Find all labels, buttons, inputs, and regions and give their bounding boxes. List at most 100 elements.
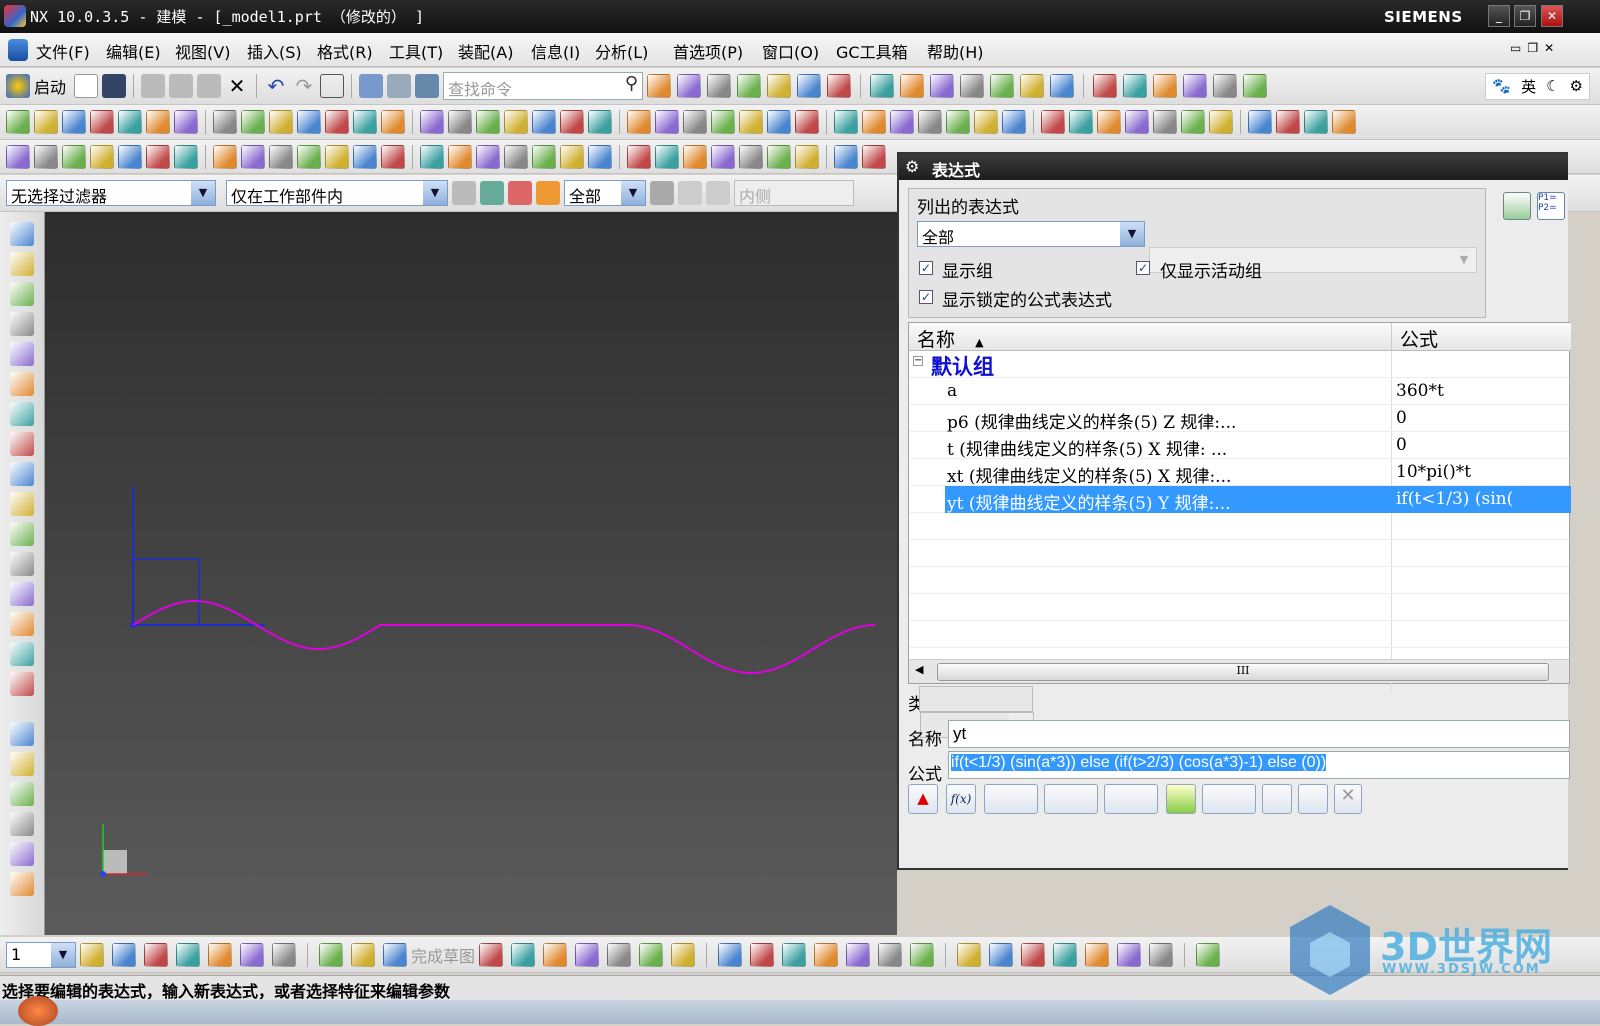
command-tool-icon[interactable] xyxy=(1093,74,1118,98)
start-button[interactable]: 启动 xyxy=(34,74,66,98)
snap-icon[interactable] xyxy=(480,181,504,205)
feature-tool-icon[interactable] xyxy=(1332,110,1356,134)
minimize-button[interactable]: _ xyxy=(1488,5,1510,27)
datum-csys[interactable] xyxy=(130,487,265,628)
feature-tool-icon[interactable] xyxy=(297,110,321,134)
command-tool-icon[interactable] xyxy=(870,74,895,98)
command-tool-icon[interactable] xyxy=(1153,74,1178,98)
start-icon[interactable] xyxy=(6,74,30,98)
feature-tool-icon[interactable] xyxy=(1209,110,1233,134)
sketch-tool-icon[interactable] xyxy=(575,942,600,967)
menu-item[interactable]: GC工具箱 xyxy=(836,39,908,63)
dialog-title-bar[interactable]: ⚙ 表达式 xyxy=(899,154,1568,180)
curve-tool-icon[interactable] xyxy=(174,144,198,169)
scope-dropdown[interactable]: 仅在工作部件内 ▼ xyxy=(226,180,448,206)
curve-tool-icon[interactable] xyxy=(146,144,170,169)
collapse-up-button[interactable]: ▲ xyxy=(908,784,938,814)
resource-tool-icon[interactable] xyxy=(10,812,34,836)
feature-tool-icon[interactable] xyxy=(476,110,500,134)
sketch-tool-icon[interactable] xyxy=(671,942,696,967)
resource-tool-icon[interactable] xyxy=(10,222,34,246)
expression-row[interactable]: p6 (规律曲线定义的样条(5) Z 规律:... 0 xyxy=(909,405,1569,433)
curve-tool-icon[interactable] xyxy=(448,144,472,169)
create-parameter-button[interactable] xyxy=(1104,784,1158,814)
command-tool-icon[interactable] xyxy=(1020,74,1045,98)
type-filter-dropdown[interactable]: 全部 ▼ xyxy=(564,180,646,206)
curve-tool-icon[interactable] xyxy=(532,144,556,169)
show-groups-checkbox[interactable]: ✓ xyxy=(919,261,933,275)
formula-input[interactable]: if(t<1/3) (sin(a*3)) else (if(t>2/3) (co… xyxy=(948,751,1570,779)
column-header-name[interactable]: 名称 ▲ xyxy=(909,323,1391,351)
sketch-tool-icon[interactable] xyxy=(846,942,871,967)
menu-item[interactable]: 信息(I) xyxy=(531,39,580,63)
reference-button[interactable] xyxy=(1044,784,1098,814)
command-tool-icon[interactable] xyxy=(737,74,762,98)
resource-tool-icon[interactable] xyxy=(10,252,34,276)
sketch-tool-icon[interactable] xyxy=(1117,942,1142,967)
curve-tool-icon[interactable] xyxy=(476,144,500,169)
name-input[interactable]: yt xyxy=(948,720,1570,748)
sketch-tool-icon[interactable] xyxy=(511,942,536,967)
ime-settings-icon[interactable]: ⚙ xyxy=(1570,77,1583,95)
menu-item[interactable]: 窗口(O) xyxy=(762,39,819,63)
new-file-icon[interactable] xyxy=(74,74,99,98)
command-tool-icon[interactable] xyxy=(1213,74,1238,98)
menu-item[interactable]: 装配(A) xyxy=(458,39,513,63)
feature-tool-icon[interactable] xyxy=(448,110,472,134)
menu-item[interactable]: 编辑(E) xyxy=(106,39,161,63)
group-row[interactable]: − 默认组 xyxy=(909,351,1569,379)
resource-tool-icon[interactable] xyxy=(10,552,34,576)
sketch-tool-icon[interactable] xyxy=(782,942,807,967)
column-header-formula[interactable]: 公式 xyxy=(1391,323,1571,351)
model-view[interactable] xyxy=(45,212,897,935)
feature-tool-icon[interactable] xyxy=(655,110,679,134)
curve-tool-icon[interactable] xyxy=(795,144,819,169)
sketch-tool-icon[interactable] xyxy=(910,942,935,967)
curve-tool-icon[interactable] xyxy=(588,144,612,169)
delete-button[interactable]: ✕ xyxy=(1334,784,1362,814)
feature-tool-icon[interactable] xyxy=(890,110,914,134)
sketch-tool-icon[interactable] xyxy=(989,942,1014,967)
feature-tool-icon[interactable] xyxy=(1153,110,1177,134)
curve-rule-icon[interactable] xyxy=(650,181,674,205)
sketch-tool-icon[interactable] xyxy=(878,942,903,967)
curve-tool-icon[interactable] xyxy=(269,144,293,169)
feature-tool-icon[interactable] xyxy=(1041,110,1065,134)
feature-tool-icon[interactable] xyxy=(627,110,651,134)
ime-moon-icon[interactable]: ☾ xyxy=(1546,77,1559,95)
select-icon[interactable] xyxy=(359,74,384,98)
curve-tool-icon[interactable] xyxy=(381,144,405,169)
expression-row[interactable]: t (规律曲线定义的样条(5) X 规律: ... 0 xyxy=(909,432,1569,460)
utility-tool-icon[interactable] xyxy=(319,942,343,967)
curve-tool-icon[interactable] xyxy=(711,144,735,169)
parameters-icon[interactable]: P1= P2= xyxy=(1537,192,1565,220)
sketch-tool-icon[interactable] xyxy=(1196,942,1221,967)
redo-icon[interactable]: ↷ xyxy=(292,74,316,98)
ime-bar[interactable]: 🐾 英 ☾ ⚙ xyxy=(1485,72,1590,100)
feature-tool-icon[interactable] xyxy=(862,110,886,134)
curve-tool-icon[interactable] xyxy=(767,144,791,169)
curve-tool-icon[interactable] xyxy=(297,144,321,169)
curve-tool-icon[interactable] xyxy=(353,144,377,169)
curve-tool-icon[interactable] xyxy=(504,144,528,169)
feature-tool-icon[interactable] xyxy=(6,110,30,134)
search-icon[interactable]: ⚲ xyxy=(625,73,638,94)
sketch-tool-icon[interactable] xyxy=(1085,942,1110,967)
layer-icon[interactable] xyxy=(387,74,412,98)
curve-tool-icon[interactable] xyxy=(683,144,707,169)
feature-tool-icon[interactable] xyxy=(269,110,293,134)
feature-tool-icon[interactable] xyxy=(711,110,735,134)
sketch-tool-icon[interactable] xyxy=(543,942,568,967)
feature-tool-icon[interactable] xyxy=(918,110,942,134)
show-locked-checkbox[interactable]: ✓ xyxy=(919,290,933,304)
scroll-left-icon[interactable]: ◀ xyxy=(915,663,923,676)
collapse-icon[interactable]: − xyxy=(913,356,923,366)
feature-tool-icon[interactable] xyxy=(504,110,528,134)
sketch-tool-icon[interactable] xyxy=(1053,942,1078,967)
utility-tool-icon[interactable] xyxy=(351,942,375,967)
resource-tool-icon[interactable] xyxy=(10,282,34,306)
feature-tool-icon[interactable] xyxy=(1248,110,1272,134)
menu-item[interactable]: 帮助(H) xyxy=(927,39,984,63)
feature-tool-icon[interactable] xyxy=(241,110,265,134)
feature-tool-icon[interactable] xyxy=(353,110,377,134)
